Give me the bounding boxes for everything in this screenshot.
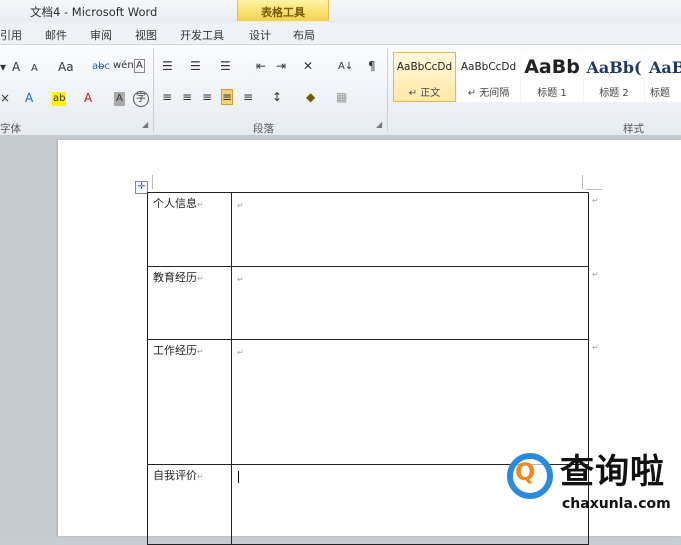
- bullets-icon[interactable]: ☰: [162, 59, 173, 73]
- chaxunla-watermark: Q 查询啦 chaxunla.com: [504, 448, 681, 518]
- style-title[interactable]: AaB 标题: [645, 52, 681, 102]
- group-divider: [153, 48, 154, 132]
- text-cursor: [238, 470, 239, 483]
- tab-review[interactable]: 审阅: [90, 27, 112, 43]
- clear-formatting-icon[interactable]: ab̶c: [92, 60, 110, 74]
- content-cell[interactable]: ↵: [231, 192, 589, 267]
- row-label: 自我评价: [153, 469, 197, 482]
- row-label-cell[interactable]: 自我评价↵: [147, 464, 232, 545]
- style-no-spacing[interactable]: AaBbCcDd ↵ 无间隔: [457, 52, 520, 102]
- paragraph-mark: ↵: [197, 347, 204, 356]
- row-label: 工作经历: [153, 344, 197, 357]
- character-border-icon[interactable]: A: [134, 59, 145, 73]
- distributed-icon[interactable]: ≡: [243, 90, 253, 104]
- style-name: ↵ 无间隔: [467, 88, 510, 99]
- align-center-icon[interactable]: ≡: [182, 90, 192, 104]
- paragraph-mark: ↵: [197, 472, 204, 481]
- window-title: 文档4 - Microsoft Word: [30, 5, 158, 19]
- shading-icon[interactable]: ◆: [306, 90, 315, 104]
- paragraph-mark: ↵: [197, 200, 204, 209]
- character-shading-icon[interactable]: A: [114, 92, 125, 106]
- group-divider: [387, 48, 388, 132]
- ribbon-tabs: 引用 邮件 审阅 视图 开发工具 设计 布局: [0, 22, 681, 44]
- crop-mark: [582, 175, 583, 189]
- show-paragraph-marks-icon[interactable]: ¶: [368, 59, 376, 73]
- style-preview: AaBb: [524, 56, 580, 78]
- increase-indent-icon[interactable]: ⇥: [276, 59, 286, 73]
- borders-icon[interactable]: ▦: [336, 90, 347, 104]
- watermark-domain: chaxunla.com: [562, 496, 671, 512]
- enclose-characters-icon[interactable]: 字: [133, 91, 149, 107]
- table-row: 教育经历↵ ↵: [147, 266, 589, 340]
- align-left-icon[interactable]: ≡: [162, 90, 172, 104]
- style-heading-2[interactable]: AaBb( 标题 2: [584, 52, 644, 102]
- row-label-cell[interactable]: 工作经历↵: [147, 339, 232, 465]
- style-preview: AaBbCcDd: [460, 61, 517, 73]
- decrease-indent-icon[interactable]: ⇤: [256, 59, 266, 73]
- align-right-icon[interactable]: ≡: [202, 90, 212, 104]
- paragraph-mark: ↵: [237, 201, 244, 210]
- change-case-icon[interactable]: Aa: [58, 60, 74, 74]
- numbering-icon[interactable]: ☰: [190, 59, 201, 73]
- end-of-row-mark: ↵: [592, 343, 599, 352]
- style-heading-1[interactable]: AaBb 标题 1: [521, 52, 583, 102]
- table-row: 个人信息↵ ↵: [147, 192, 589, 267]
- shrink-font-icon[interactable]: A: [31, 62, 38, 76]
- style-name: 标题: [650, 88, 670, 99]
- crop-mark: [152, 175, 153, 189]
- paragraph-mark: ↵: [237, 348, 244, 357]
- tab-developer[interactable]: 开发工具: [180, 27, 224, 43]
- row-label-cell[interactable]: 个人信息↵: [147, 192, 232, 267]
- content-cell[interactable]: ↵: [231, 339, 589, 465]
- phonetic-guide-icon[interactable]: wén: [113, 59, 134, 73]
- sort-icon[interactable]: A↓: [338, 60, 353, 74]
- grow-font-icon[interactable]: A: [12, 60, 20, 74]
- watermark-glyph: Q: [515, 458, 536, 486]
- table-tools-contextual-tab[interactable]: 表格工具: [237, 0, 329, 21]
- table-tools-label: 表格工具: [261, 6, 305, 19]
- tab-mailings[interactable]: 邮件: [45, 27, 67, 43]
- style-preview: AaB: [649, 58, 681, 77]
- tab-layout[interactable]: 布局: [293, 27, 315, 43]
- title-bar: 文档4 - Microsoft Word: [0, 0, 681, 22]
- style-name: 标题 2: [599, 88, 629, 99]
- end-of-row-mark: ↵: [592, 196, 599, 205]
- style-preview: AaBbCcDd: [396, 61, 453, 73]
- paragraph-mark: ↵: [237, 275, 244, 284]
- row-label: 教育经历: [153, 271, 197, 284]
- watermark-brand: 查询啦: [560, 452, 665, 492]
- text-effects-icon[interactable]: A: [25, 91, 33, 105]
- font-color-icon[interactable]: A: [84, 91, 92, 105]
- tab-design[interactable]: 设计: [249, 27, 271, 43]
- clear-icon[interactable]: ×: [0, 91, 10, 105]
- paragraph-mark: ↵: [197, 274, 204, 283]
- font-dialog-launcher-icon[interactable]: ◢: [142, 120, 148, 129]
- style-name: 标题 1: [537, 88, 567, 99]
- paragraph-group-label: 段落: [253, 123, 274, 135]
- styles-group-label: 样式: [623, 123, 644, 135]
- style-normal[interactable]: AaBbCcDd ↵ 正文: [393, 52, 456, 102]
- tab-view[interactable]: 视图: [135, 27, 157, 43]
- table-row: 工作经历↵ ↵: [147, 339, 589, 465]
- chinese-layout-icon[interactable]: ✕: [303, 59, 313, 73]
- style-name: ↵ 正文: [408, 88, 441, 99]
- paragraph-dialog-launcher-icon[interactable]: ◢: [376, 120, 382, 129]
- justify-icon[interactable]: ≡: [221, 89, 234, 105]
- style-preview: AaBb(: [586, 58, 642, 77]
- highlight-color-icon[interactable]: ab: [52, 92, 67, 106]
- font-size-dropdown-icon[interactable]: ▾: [0, 60, 6, 74]
- row-label: 个人信息: [153, 197, 197, 210]
- tab-references[interactable]: 引用: [0, 27, 22, 43]
- font-group-label: 字体: [0, 123, 21, 135]
- row-label-cell[interactable]: 教育经历↵: [147, 266, 232, 340]
- end-of-row-mark: ↵: [592, 270, 599, 279]
- content-cell[interactable]: ↵: [231, 266, 589, 340]
- multilevel-list-icon[interactable]: ☰: [220, 59, 231, 73]
- line-spacing-icon[interactable]: ↕: [272, 90, 282, 104]
- crop-mark: [586, 189, 602, 190]
